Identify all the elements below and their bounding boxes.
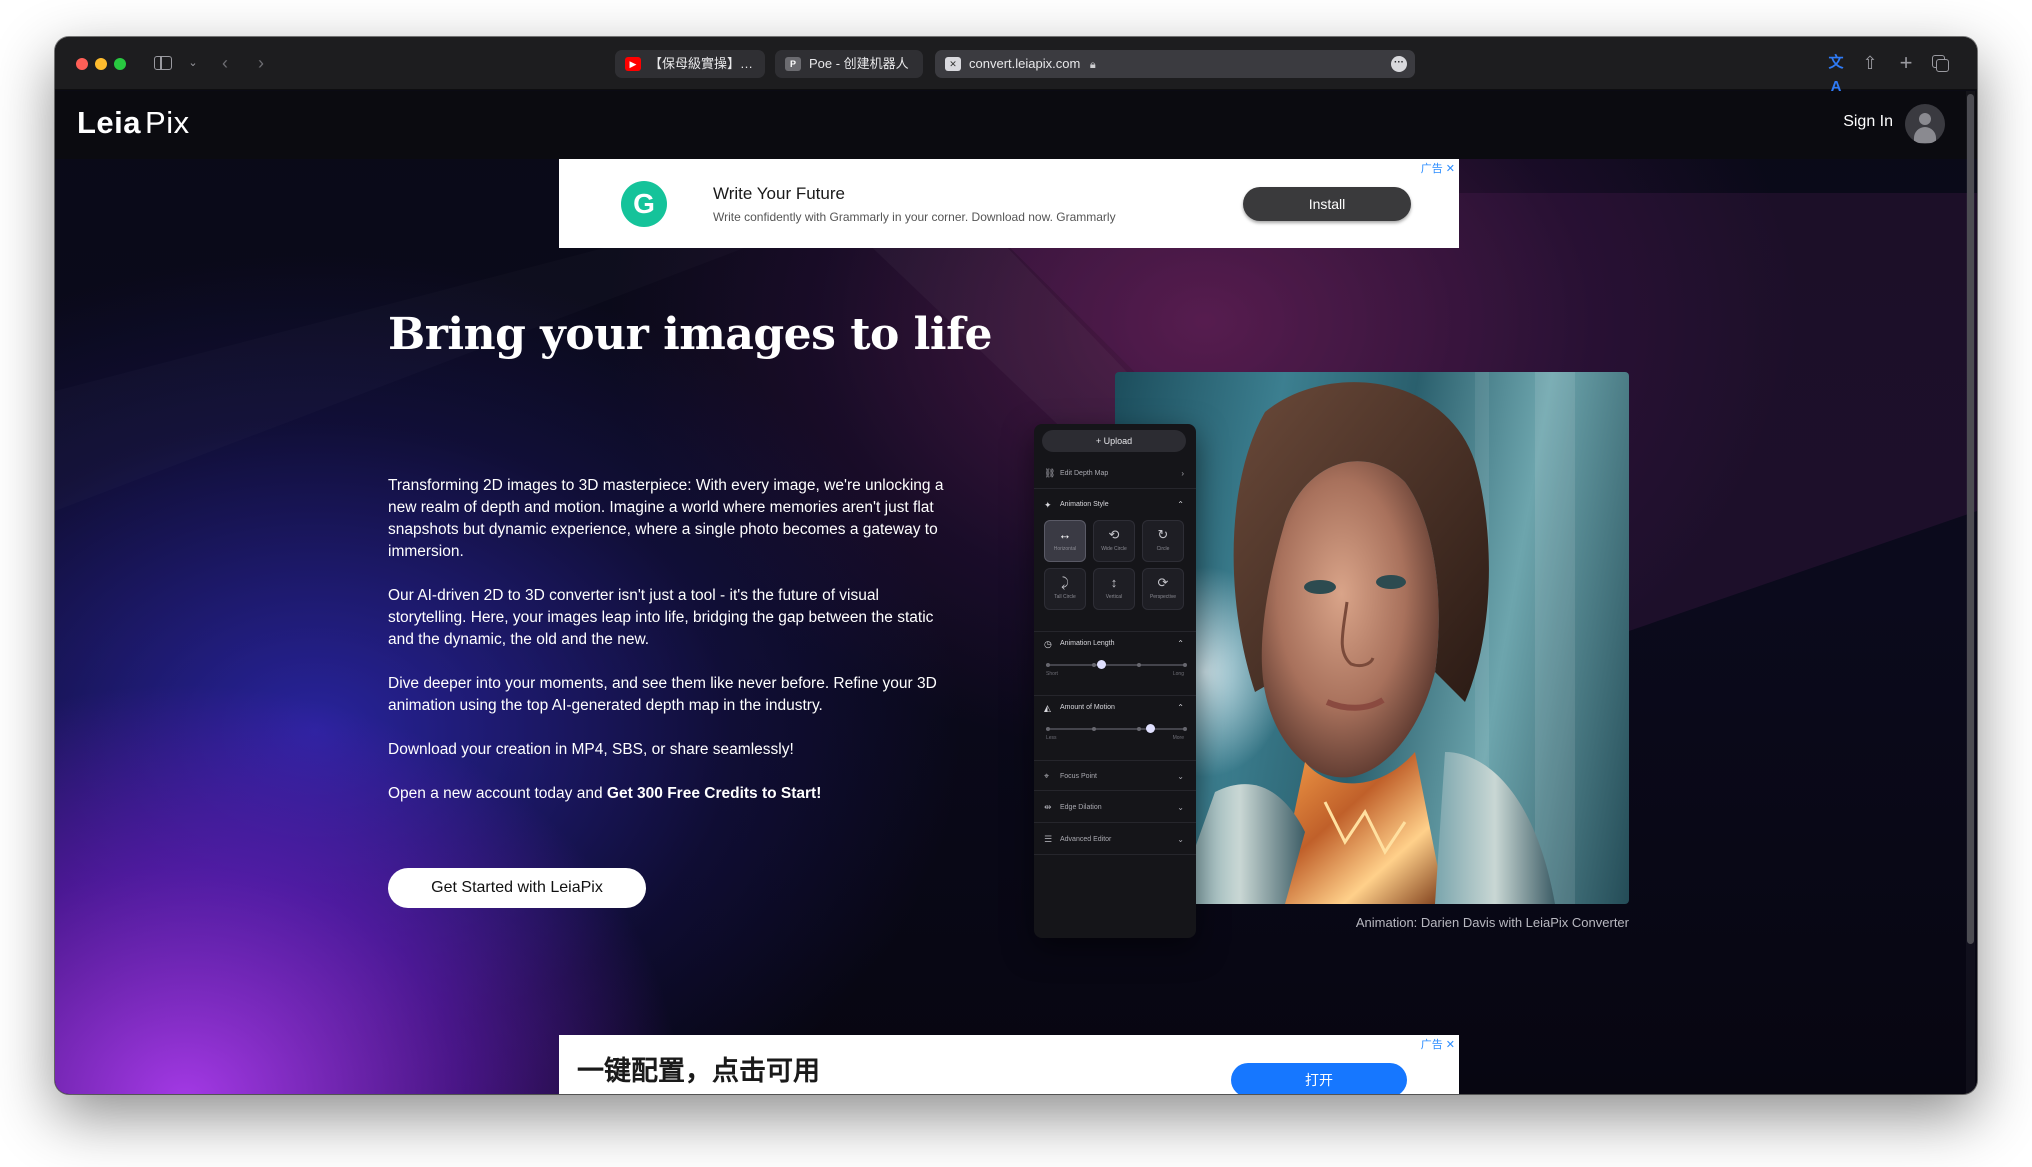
wide-circle-icon: ⟲ [1108,527,1120,542]
page-title: Bring your images to life [388,309,993,360]
minimize-window-button[interactable] [95,58,107,70]
logo-pix: Pix [145,105,190,140]
tab-overview-icon[interactable] [1929,51,1951,75]
youtube-icon: ▶ [625,57,641,71]
ad-text: Write confidently with Grammarly in your… [713,210,1116,224]
motion-icon: ✦ [1044,500,1052,510]
bottom-ad-banner[interactable]: 广告 ✕ 一键配置，点击可用 打开 [559,1035,1459,1094]
browser-tab-leiapix[interactable]: ✕ convert.leiapix.com 🔒︎ ··· [935,50,1415,78]
user-icon [1919,113,1931,125]
list-icon: ☰ [1044,834,1053,844]
chevron-up-icon: ⌃ [1177,703,1184,712]
logo-leia: Leia [77,105,142,140]
leiapix-icon: ✕ [945,57,961,71]
leiapix-logo[interactable]: Leia Pix [77,105,190,141]
ad-choices-label[interactable]: 广告 ✕ [1421,1036,1455,1052]
edge-icon: ⇹ [1044,802,1052,812]
new-tab-icon[interactable]: + [1895,51,1917,75]
ad-title: Write Your Future [713,184,845,203]
open-button[interactable]: 打开 [1231,1063,1407,1094]
close-window-button[interactable] [76,58,88,70]
sidebar-toggle-icon[interactable] [152,51,174,75]
tab-title: Poe - 创建机器人 [809,56,909,71]
clock-icon: ◷ [1044,639,1052,649]
amount-of-motion-thumb[interactable] [1145,724,1155,733]
edge-dilation-row[interactable]: ⇹ Edge Dilation ⌄ [1034,792,1196,823]
chevron-down-icon: ⌄ [1177,803,1184,812]
style-horizontal[interactable]: ↔ Horizontal [1044,520,1086,562]
avatar[interactable] [1905,104,1945,144]
slider-max-label: More [1172,735,1184,741]
animation-length-header[interactable]: ◷ Animation Length ⌃ [1034,631,1196,655]
slider-max-label: Long [1172,671,1184,677]
site-header: Leia Pix Sign In [55,91,1977,159]
motion-amount-icon: ◭ [1044,703,1051,713]
amount-of-motion-slider[interactable] [1046,724,1187,733]
focus-point-row[interactable]: ⌖ Focus Point ⌄ [1034,760,1196,791]
advanced-editor-row[interactable]: ☰ Advanced Editor ⌄ [1034,824,1196,855]
web-page: Leia Pix Sign In 广告 ✕ G Write Your Future… [55,91,1977,1094]
style-tall-circle[interactable]: ⤸ Tall Circle [1044,568,1086,610]
more-options-icon[interactable]: ··· [1391,56,1407,72]
free-credits-text: Get 300 Free Credits to Start! [606,785,822,802]
forward-arrow-icon[interactable]: › [251,51,271,75]
address-bar-url[interactable]: convert.leiapix.com [969,56,1080,71]
grammarly-ad-banner[interactable]: 广告 ✕ G Write Your Future Write confident… [559,159,1459,248]
chevron-up-icon: ⌃ [1177,639,1184,648]
browser-window: ⌄ ‹ › ▶ 【保母級實操】… P Poe - 创建机器人 ✕ convert… [55,37,1977,1094]
hero-paragraph: Download your creation in MP4, SBS, or s… [388,741,794,758]
hero-description: Transforming 2D images to 3D masterpiece… [388,475,948,827]
browser-tab-youtube[interactable]: ▶ 【保母級實操】… [615,50,765,78]
horizontal-arrows-icon: ↔ [1058,527,1072,542]
style-circle[interactable]: ↻ Circle [1142,520,1184,562]
animation-length-thumb[interactable] [1097,660,1107,669]
chevron-down-icon[interactable]: ⌄ [186,51,200,75]
scrollbar-thumb[interactable] [1967,94,1974,944]
style-wide-circle[interactable]: ⟲ Wide Circle [1093,520,1135,562]
translate-icon[interactable]: 文A [1825,51,1847,95]
chevron-down-icon: ⌄ [1177,772,1184,781]
hero-paragraph: Open a new account today and Get 300 Fre… [388,785,822,802]
vertical-arrows-icon: ↕ [1110,575,1118,590]
hero-paragraph: Dive deeper into your moments, and see t… [388,675,937,714]
share-icon[interactable]: ⇧ [1859,51,1881,75]
editor-panel: + Upload ⛓ Edit Depth Map › ✦ Animation … [1034,424,1196,938]
hero-paragraph: Transforming 2D images to 3D masterpiece… [388,477,944,560]
sign-in-link[interactable]: Sign In [1843,113,1893,131]
animation-length-slider[interactable] [1046,660,1187,669]
circle-arrow-icon: ↻ [1157,527,1169,542]
slider-min-label: Less [1046,735,1057,741]
edit-depth-map-row[interactable]: ⛓ Edit Depth Map › [1034,458,1196,489]
install-button[interactable]: Install [1243,187,1411,221]
image-caption: Animation: Darien Davis with LeiaPix Con… [1355,915,1629,930]
browser-toolbar: ⌄ ‹ › ▶ 【保母級實操】… P Poe - 创建机器人 ✕ convert… [55,37,1977,95]
back-arrow-icon[interactable]: ‹ [215,51,235,75]
slider-min-label: Short [1046,671,1058,677]
focus-icon: ⌖ [1044,771,1050,781]
animation-style-header[interactable]: ✦ Animation Style ⌃ [1034,493,1196,517]
grammarly-logo-icon: G [621,181,667,227]
get-started-button[interactable]: Get Started with LeiaPix [388,868,646,908]
hero-paragraph: Our AI-driven 2D to 3D converter isn't j… [388,587,934,648]
tab-title: 【保母級實操】… [649,56,754,71]
poe-icon: P [785,57,801,71]
chevron-right-icon: › [1181,469,1184,478]
perspective-icon: ⟳ [1157,575,1169,590]
link-icon: ⛓ [1044,468,1056,478]
browser-tab-poe[interactable]: P Poe - 创建机器人 [775,50,923,78]
tall-circle-icon: ⤸ [1061,575,1069,590]
ad-choices-label[interactable]: 广告 ✕ [1421,160,1455,176]
chevron-down-icon: ⌄ [1177,835,1184,844]
maximize-window-button[interactable] [114,58,126,70]
amount-of-motion-header[interactable]: ◭ Amount of Motion ⌃ [1034,695,1196,719]
style-perspective[interactable]: ⟳ Perspective [1142,568,1184,610]
page-scrollbar[interactable] [1966,91,1975,1094]
ad-title: 一键配置，点击可用 [577,1056,820,1086]
upload-button[interactable]: + Upload [1042,430,1186,452]
chevron-up-icon: ⌃ [1177,500,1184,509]
style-vertical[interactable]: ↕ Vertical [1093,568,1135,610]
lock-icon: 🔒︎ [1089,59,1096,71]
